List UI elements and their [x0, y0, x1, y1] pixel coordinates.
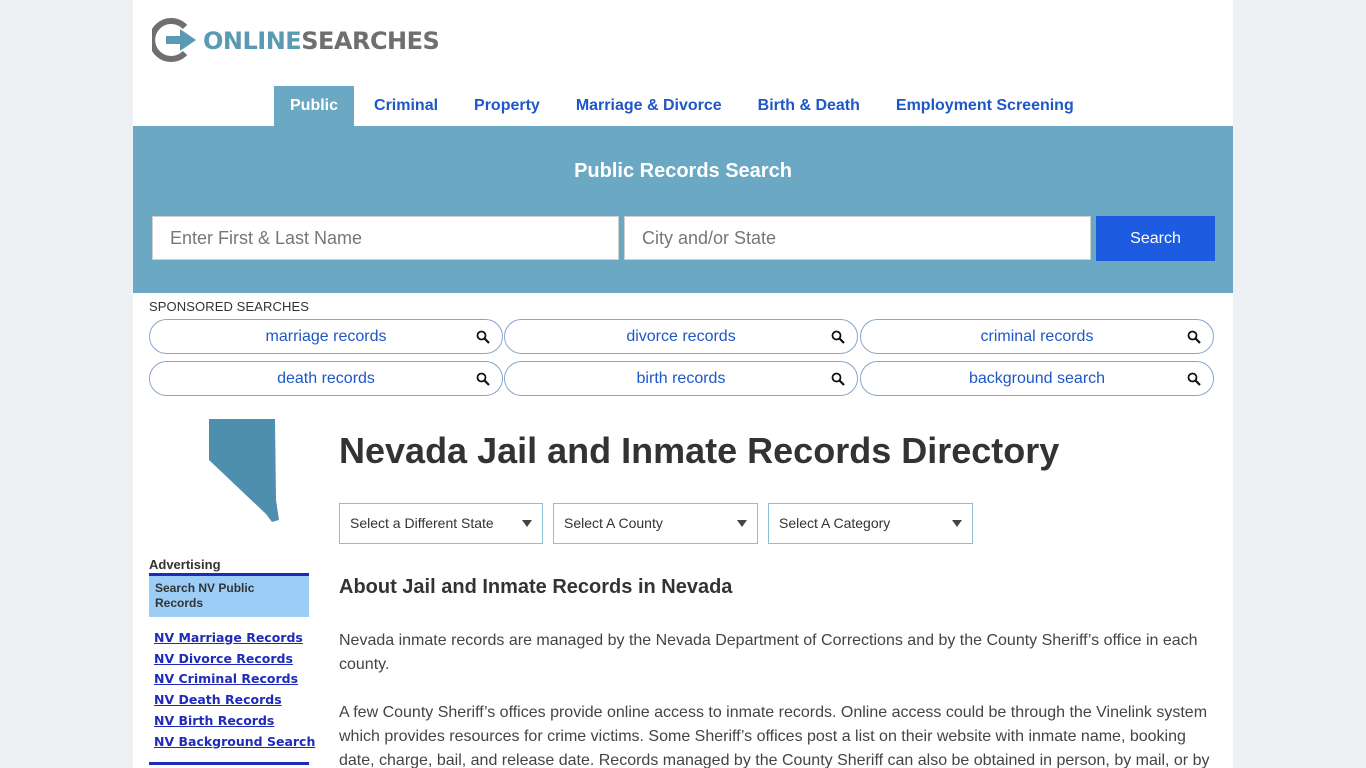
chevron-down-icon [522, 520, 532, 527]
advertising-label: Advertising [149, 557, 221, 572]
nav-item-employment-screening[interactable]: Employment Screening [880, 86, 1090, 126]
sponsored-link-death-records[interactable]: death records [149, 361, 503, 396]
site-logo[interactable]: ONLINESEARCHES [152, 17, 440, 63]
nevada-map-icon [209, 419, 279, 522]
city-state-input[interactable] [624, 216, 1091, 260]
sponsored-link-label: divorce records [626, 328, 736, 345]
sidebar-link-nv-divorce-records[interactable]: NV Divorce Records [154, 649, 315, 670]
sponsored-link-label: marriage records [265, 328, 387, 345]
state-select[interactable]: Select a Different State [339, 503, 543, 544]
search-icon [476, 330, 490, 344]
sponsored-link-label: criminal records [980, 328, 1094, 345]
search-icon [831, 330, 845, 344]
sponsored-link-background-search[interactable]: background search [860, 361, 1214, 396]
section-heading: About Jail and Inmate Records in Nevada [339, 576, 733, 598]
county-select-value: Select A County [564, 515, 663, 531]
sidebar-link-nv-criminal-records[interactable]: NV Criminal Records [154, 669, 315, 690]
sidebar-link-nv-marriage-records[interactable]: NV Marriage Records [154, 628, 315, 649]
chevron-down-icon [952, 520, 962, 527]
search-button[interactable]: Search [1096, 216, 1215, 261]
sidebar-link-nv-birth-records[interactable]: NV Birth Records [154, 711, 315, 732]
logo-text-searches: SEARCHES [301, 27, 440, 55]
sidebar-link-nv-death-records[interactable]: NV Death Records [154, 690, 315, 711]
sponsored-searches-label: SPONSORED SEARCHES [149, 299, 310, 314]
state-select-value: Select a Different State [350, 515, 494, 531]
search-icon [1187, 330, 1201, 344]
sponsored-link-divorce-records[interactable]: divorce records [504, 319, 858, 354]
nav-item-birth-death[interactable]: Birth & Death [742, 86, 876, 126]
search-nv-public-records-box: Search NV Public Records [149, 573, 309, 617]
search-icon [831, 372, 845, 386]
category-select[interactable]: Select A Category [768, 503, 973, 544]
nav-item-criminal[interactable]: Criminal [358, 86, 454, 126]
search-banner: Public Records Search Search [133, 126, 1233, 293]
search-icon [1187, 372, 1201, 386]
sidebar-links: NV Marriage Records NV Divorce Records N… [154, 628, 315, 752]
logo-text: ONLINESEARCHES [203, 17, 440, 63]
nav-item-marriage-divorce[interactable]: Marriage & Divorce [560, 86, 738, 126]
logo-text-online: ONLINE [203, 27, 302, 55]
paragraph-online-access: A few County Sheriff’s offices provide o… [339, 704, 1210, 768]
main-nav: Public Criminal Property Marriage & Divo… [274, 86, 1094, 126]
sponsored-link-label: background search [968, 370, 1106, 387]
search-title: Public Records Search [574, 160, 792, 182]
paragraph-intro: Nevada inmate records are managed by the… [339, 632, 1198, 673]
sponsored-link-label: birth records [636, 370, 726, 387]
logo-arrow-icon [152, 18, 196, 62]
chevron-down-icon [737, 520, 747, 527]
category-select-value: Select A Category [779, 515, 891, 531]
nav-item-public[interactable]: Public [274, 86, 355, 126]
sidebar-link-nv-background-search[interactable]: NV Background Search [154, 732, 315, 753]
search-icon [476, 372, 490, 386]
page: ONLINESEARCHES Public Criminal Property … [133, 0, 1233, 768]
sponsored-link-criminal-records[interactable]: criminal records [860, 319, 1214, 354]
nav-item-property[interactable]: Property [458, 86, 556, 126]
sidebar-divider [149, 762, 309, 765]
page-title: Nevada Jail and Inmate Records Directory [339, 430, 1060, 471]
sponsored-link-label: death records [277, 370, 375, 387]
county-select[interactable]: Select A County [553, 503, 758, 544]
sponsored-link-birth-records[interactable]: birth records [504, 361, 858, 396]
name-search-input[interactable] [152, 216, 619, 260]
sponsored-link-marriage-records[interactable]: marriage records [149, 319, 503, 354]
